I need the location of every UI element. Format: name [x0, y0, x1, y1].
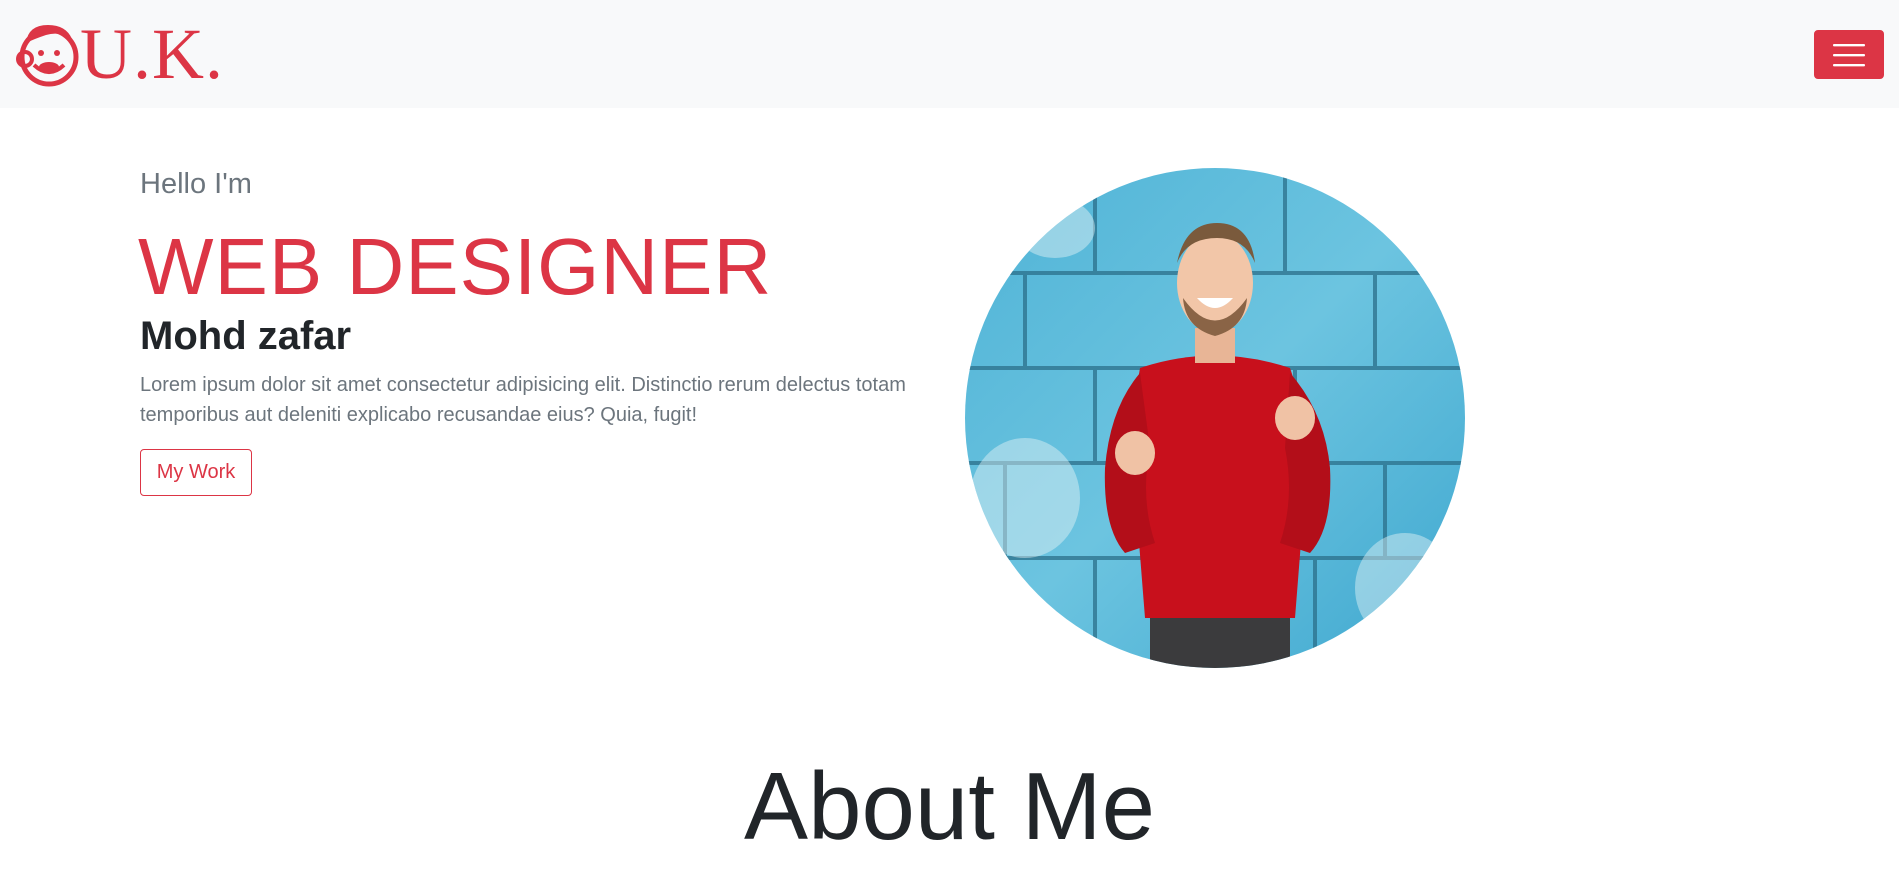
- brand-text: U.K.: [80, 14, 224, 94]
- greeting-text: Hello I'm: [140, 168, 252, 200]
- hamburger-menu-icon: [1833, 43, 1865, 66]
- hero-description: Lorem ipsum dolor sit amet consectetur a…: [140, 374, 906, 426]
- person-name: Mohd zafar: [140, 314, 352, 358]
- about-heading: About Me: [744, 753, 1155, 860]
- my-work-button[interactable]: My Work: [140, 449, 252, 496]
- portrait-image: [965, 168, 1465, 668]
- monkey-logo-icon: [16, 25, 79, 87]
- navbar: U.K.: [0, 0, 1899, 108]
- navbar-toggler-button[interactable]: [1814, 30, 1884, 79]
- brand-link[interactable]: U.K.: [16, 18, 224, 90]
- role-title: WEB DESIGNER: [138, 222, 773, 311]
- portrait-photo: [965, 168, 1465, 668]
